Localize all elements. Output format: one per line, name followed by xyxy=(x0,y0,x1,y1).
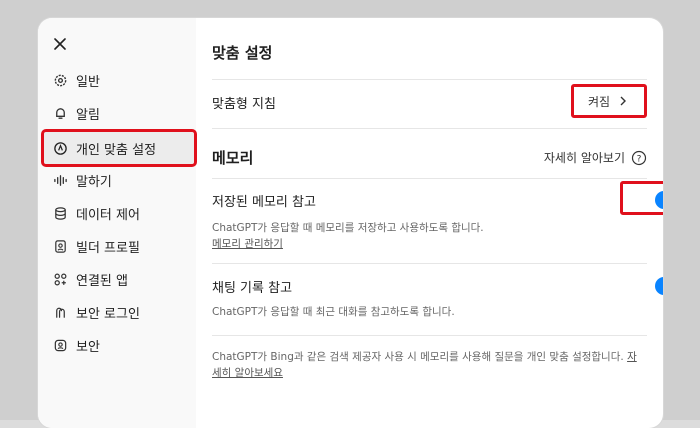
learn-more-label: 자세히 알아보기 xyxy=(543,151,625,165)
settings-dialog: 일반 알림 개인 맞춤 설정 말하기 데이터 제어 빌더 프로필 연결된 앱 보… xyxy=(38,18,663,428)
sidebar-item-label: 데이터 제어 xyxy=(76,207,140,223)
custom-instructions-value: 켜짐 xyxy=(587,94,611,109)
sidebar-item-label: 말하기 xyxy=(76,174,112,190)
divider xyxy=(212,79,647,80)
sidebar-item-label: 알림 xyxy=(76,107,100,123)
database-icon xyxy=(52,205,68,221)
divider xyxy=(212,263,647,264)
sidebar-item-label: 연결된 앱 xyxy=(76,273,128,289)
settings-content: 맞춤 설정 맞춤형 지침 켜짐 메모리 자세히 알아보기 ? 저장된 메모리 참… xyxy=(196,18,663,428)
chat-history-label: 채팅 기록 참고 xyxy=(212,281,293,296)
sidebar-item-notifications[interactable]: 알림 xyxy=(44,97,194,129)
sidebar-item-label: 개인 맞춤 설정 xyxy=(76,142,157,158)
divider xyxy=(212,178,647,179)
sidebar-item-label: 빌더 프로필 xyxy=(76,240,140,256)
sidebar-item-secure-login[interactable]: 보안 로그인 xyxy=(44,296,194,328)
help-icon: ? xyxy=(631,150,647,165)
sidebar-item-general[interactable]: 일반 xyxy=(44,64,194,96)
sidebar-item-builder-profile[interactable]: 빌더 프로필 xyxy=(44,230,194,262)
sidebar-item-personalization[interactable]: 개인 맞춤 설정 xyxy=(41,129,197,167)
sidebar-item-label: 보안 xyxy=(76,339,100,355)
bell-icon xyxy=(52,105,68,121)
custom-instructions-label: 맞춤형 지침 xyxy=(212,97,276,112)
chevron-right-icon xyxy=(620,96,627,106)
saved-memory-description: ChatGPT가 응답할 때 메모리를 저장하고 사용하도록 합니다. 메모리 … xyxy=(212,222,484,250)
svg-text:?: ? xyxy=(637,154,642,164)
divider xyxy=(212,128,647,129)
memory-footer: ChatGPT가 Bing과 같은 검색 제공자 사용 시 메모리를 사용해 질… xyxy=(212,351,637,379)
manage-memory-link[interactable]: 메모리 관리하기 xyxy=(212,238,283,250)
sidebar-item-voice[interactable]: 말하기 xyxy=(44,164,194,196)
chat-history-description: ChatGPT가 응답할 때 최근 대화를 참고하도록 합니다. xyxy=(212,306,455,318)
memory-section-title: 메모리 xyxy=(212,149,254,167)
security-icon xyxy=(52,337,68,353)
page-title: 맞춤 설정 xyxy=(212,44,273,62)
gear-icon xyxy=(52,72,68,88)
voice-wave-icon xyxy=(52,172,68,188)
secure-login-icon xyxy=(52,304,68,320)
learn-more-link[interactable]: 자세히 알아보기 ? xyxy=(544,149,647,166)
apps-icon xyxy=(52,271,68,287)
divider xyxy=(212,335,647,336)
personalize-icon xyxy=(52,140,68,156)
custom-instructions-button[interactable]: 켜짐 xyxy=(571,84,647,118)
profile-card-icon xyxy=(52,238,68,254)
sidebar-item-connected-apps[interactable]: 연결된 앱 xyxy=(44,263,194,295)
sidebar-item-security[interactable]: 보안 xyxy=(44,329,194,361)
close-button[interactable] xyxy=(50,34,70,54)
sidebar-item-data-controls[interactable]: 데이터 제어 xyxy=(44,197,194,229)
chat-history-toggle[interactable] xyxy=(655,277,663,295)
sidebar-item-label: 일반 xyxy=(76,74,100,90)
sidebar-item-label: 보안 로그인 xyxy=(76,306,140,322)
saved-memory-label: 저장된 메모리 참고 xyxy=(212,195,316,210)
close-icon xyxy=(54,38,66,50)
settings-sidebar: 일반 알림 개인 맞춤 설정 말하기 데이터 제어 빌더 프로필 연결된 앱 보… xyxy=(38,18,197,428)
